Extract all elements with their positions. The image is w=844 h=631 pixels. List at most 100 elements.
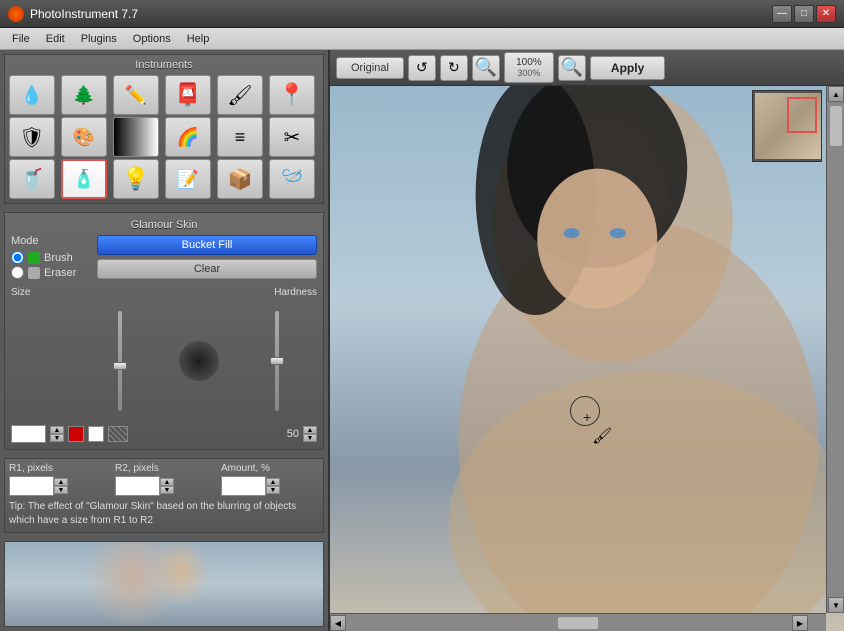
background-color[interactable] [88, 426, 104, 442]
tool-tree[interactable]: 🌲 [61, 75, 107, 115]
tool-eraser[interactable]: 📝 [165, 159, 211, 199]
r1-spin-down[interactable]: ▼ [54, 486, 68, 494]
size-slider-track [11, 301, 229, 421]
tool-shield[interactable]: 🛡 [9, 117, 55, 157]
tool-pencils[interactable]: ✏️ [113, 75, 159, 115]
glamour-title: Glamour Skin [11, 219, 317, 231]
hardness-spinbox: ▲ ▼ [303, 426, 317, 442]
menu-edit[interactable]: Edit [38, 31, 73, 47]
r1-spin-up[interactable]: ▲ [54, 478, 68, 486]
tip-text: Tip: The effect of "Glamour Skin" based … [9, 500, 319, 528]
scroll-thumb-vertical[interactable] [830, 106, 842, 146]
tool-cloth[interactable]: 🪡 [269, 159, 315, 199]
apply-button[interactable]: Apply [590, 56, 665, 80]
app-icon [8, 6, 24, 22]
size-slider-line [118, 311, 122, 411]
r2-spin-down[interactable]: ▼ [160, 486, 174, 494]
tool-gradient[interactable] [113, 117, 159, 157]
scroll-thumb-horizontal[interactable] [558, 617, 598, 629]
brush-radio[interactable] [11, 251, 24, 264]
size-spin-up[interactable]: ▲ [50, 426, 64, 434]
menu-options[interactable]: Options [125, 31, 179, 47]
original-button[interactable]: Original [336, 57, 404, 79]
window-controls: — □ ✕ [772, 5, 836, 23]
scroll-left-arrow[interactable]: ◀ [330, 615, 346, 631]
brush-label: Brush [44, 252, 73, 264]
tool-rainbow[interactable]: 🌈 [165, 117, 211, 157]
horizontal-scrollbar[interactable]: ◀ ▶ [330, 613, 826, 631]
foreground-color[interactable] [68, 426, 84, 442]
amount-group: Amount, % 10 ▲ ▼ [221, 463, 319, 496]
menubar: File Edit Plugins Options Help [0, 28, 844, 50]
thumbnail-selection [787, 97, 817, 133]
sliders-row: Size Hardness [11, 287, 317, 421]
size-slider-thumb[interactable] [113, 362, 127, 370]
amount-spinbox: ▲ ▼ [266, 478, 280, 494]
zoom-out-button[interactable]: 🔍 [558, 55, 586, 81]
maximize-button[interactable]: □ [794, 5, 814, 23]
params-section: R1, pixels 1.6 ▲ ▼ R2, pixels 5.2 [4, 458, 324, 533]
tool-lamp[interactable]: 💡 [113, 159, 159, 199]
menu-help[interactable]: Help [179, 31, 218, 47]
hardness-spin-down[interactable]: ▼ [303, 434, 317, 442]
redo-button[interactable]: ↻ [440, 55, 468, 81]
minimize-button[interactable]: — [772, 5, 792, 23]
r1-input[interactable]: 1.6 [9, 476, 54, 496]
amount-spin-up[interactable]: ▲ [266, 478, 280, 486]
hardness-spin-up[interactable]: ▲ [303, 426, 317, 434]
eraser-radio[interactable] [11, 266, 24, 279]
amount-input-row: 10 ▲ ▼ [221, 476, 319, 496]
r1-group: R1, pixels 1.6 ▲ ▼ [9, 463, 107, 496]
zoom-level: 100% [513, 57, 545, 68]
tool-bottle[interactable]: 🧴 [61, 159, 107, 199]
main-area: Instruments 💧 🌲 ✏️ 📮 🖌 📍 🛡 🎨 🌈 ≡ ✂ 🥤 🧴 [0, 50, 844, 631]
bucket-fill-button[interactable]: Bucket Fill [97, 235, 317, 255]
hardness-slider-group: Hardness [237, 287, 317, 421]
amount-label: Amount, % [221, 463, 319, 474]
tools-grid: 💧 🌲 ✏️ 📮 🖌 📍 🛡 🎨 🌈 ≡ ✂ 🥤 🧴 💡 📝 📦 [9, 75, 319, 199]
r1-label: R1, pixels [9, 463, 107, 474]
tool-scissors[interactable]: ✂ [269, 117, 315, 157]
preview-strip [4, 541, 324, 627]
brush-radio-row: Brush [11, 251, 91, 264]
canvas-toolbar: Original ↺ ↻ 🔍 100% 300% 🔍 Apply [330, 50, 844, 86]
tool-box[interactable]: 📦 [217, 159, 263, 199]
r2-spin-up[interactable]: ▲ [160, 478, 174, 486]
tool-pin[interactable]: 📍 [269, 75, 315, 115]
canvas-area[interactable]: + 🖌 ▲ ▼ ◀ ▶ [330, 86, 844, 631]
size-spinbox: ▲ ▼ [50, 426, 64, 442]
right-panel: Original ↺ ↻ 🔍 100% 300% 🔍 Apply [330, 50, 844, 631]
scroll-up-arrow[interactable]: ▲ [828, 86, 844, 102]
vertical-scrollbar[interactable]: ▲ ▼ [826, 86, 844, 613]
r1-input-row: 1.6 ▲ ▼ [9, 476, 107, 496]
size-input[interactable]: 41 [11, 425, 46, 443]
menu-file[interactable]: File [4, 31, 38, 47]
tool-cup[interactable]: 🥤 [9, 159, 55, 199]
size-spin-down[interactable]: ▼ [50, 434, 64, 442]
zoom-in-button[interactable]: 🔍 [472, 55, 500, 81]
tool-brush[interactable]: 🖌 [217, 75, 263, 115]
size-slider-group: Size [11, 287, 229, 421]
undo-button[interactable]: ↺ [408, 55, 436, 81]
amount-input[interactable]: 10 [221, 476, 266, 496]
brush-color-indicator [28, 252, 40, 264]
r2-spinbox: ▲ ▼ [160, 478, 174, 494]
thumbnail-panel [752, 90, 822, 162]
hardness-slider-thumb[interactable] [270, 357, 284, 365]
tool-dropper[interactable]: 💧 [9, 75, 55, 115]
brush-pattern[interactable] [108, 426, 128, 442]
scroll-right-arrow[interactable]: ▶ [792, 615, 808, 631]
tool-color-wheel[interactable]: 🎨 [61, 117, 107, 157]
left-panel: Instruments 💧 🌲 ✏️ 📮 🖌 📍 🛡 🎨 🌈 ≡ ✂ 🥤 🧴 [0, 50, 330, 631]
preview-image [5, 542, 323, 626]
r2-input[interactable]: 5.2 [115, 476, 160, 496]
menu-plugins[interactable]: Plugins [73, 31, 125, 47]
close-button[interactable]: ✕ [816, 5, 836, 23]
amount-spin-down[interactable]: ▼ [266, 486, 280, 494]
scroll-down-arrow[interactable]: ▼ [828, 597, 844, 613]
tool-stamp[interactable]: 📮 [165, 75, 211, 115]
hardness-value-display: 50 [287, 428, 299, 440]
clear-button[interactable]: Clear [97, 259, 317, 279]
tool-lines[interactable]: ≡ [217, 117, 263, 157]
r2-group: R2, pixels 5.2 ▲ ▼ [115, 463, 213, 496]
